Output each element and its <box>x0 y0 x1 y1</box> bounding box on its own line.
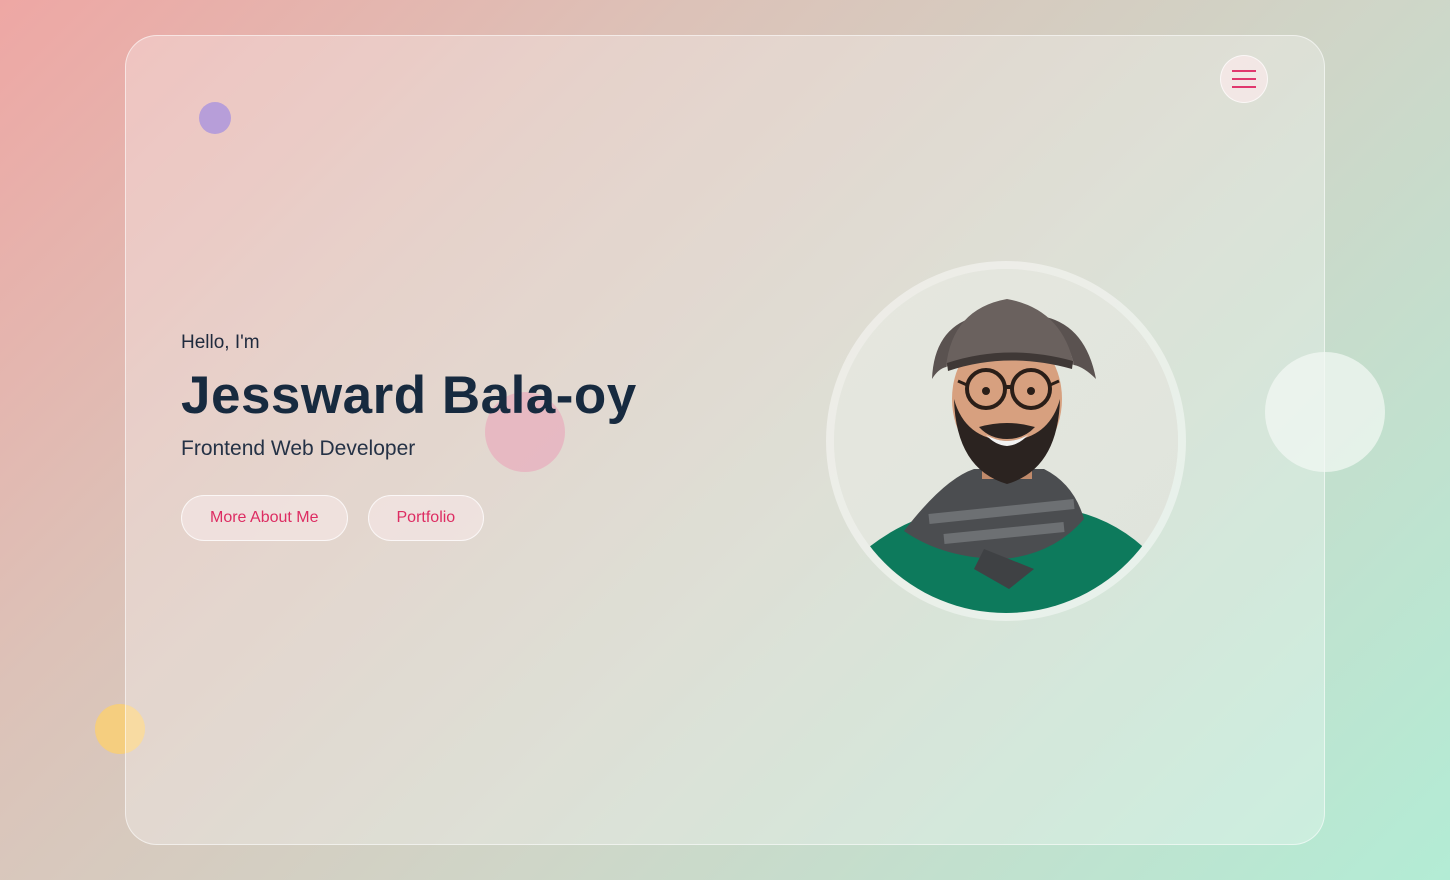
hero-name: Jessward Bala-oy <box>181 366 637 425</box>
more-about-me-button[interactable]: More About Me <box>181 495 348 541</box>
glass-overlay <box>95 704 145 754</box>
profile-photo-frame <box>826 261 1186 621</box>
hero-actions: More About Me Portfolio <box>181 495 637 541</box>
portfolio-button[interactable]: Portfolio <box>367 495 485 541</box>
menu-button[interactable] <box>1220 55 1268 103</box>
profile-photo <box>834 269 1178 613</box>
greeting-text: Hello, I'm <box>181 332 260 353</box>
hamburger-menu-icon <box>1232 70 1256 88</box>
hero-card: Hello, I'm Jessward Bala-oy Frontend Web… <box>95 35 1325 845</box>
decorative-circle-purple <box>199 102 231 134</box>
hero-intro: Hello, I'm Jessward Bala-oy Frontend Web… <box>181 331 637 541</box>
decorative-circle-white <box>1265 352 1385 472</box>
hero-role: Frontend Web Developer <box>181 437 416 460</box>
person-illustration <box>834 269 1178 613</box>
